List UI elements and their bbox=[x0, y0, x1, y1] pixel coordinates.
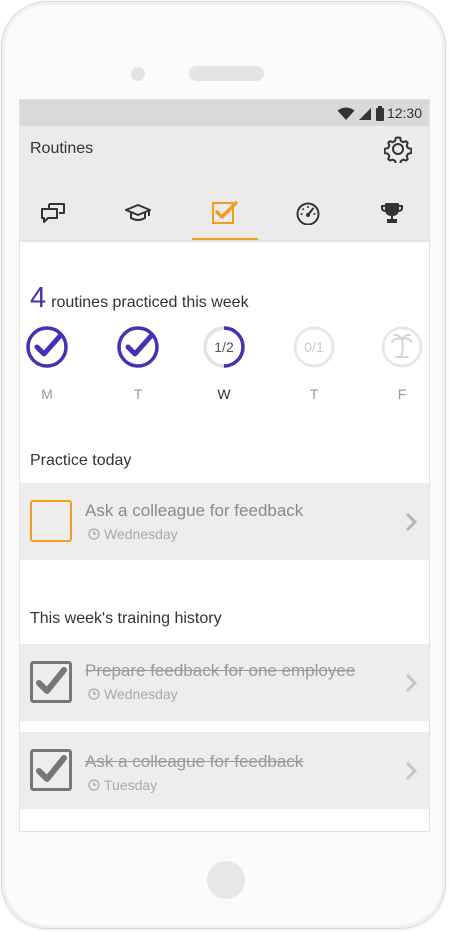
tab-learning[interactable] bbox=[105, 186, 171, 240]
checkbox-icon bbox=[212, 201, 238, 224]
tab-bar bbox=[20, 186, 429, 240]
day-progress-ratio: 0/1 bbox=[304, 339, 324, 355]
practice-today-heading: Practice today bbox=[30, 452, 132, 469]
settings-button[interactable] bbox=[383, 134, 413, 164]
tab-progress[interactable] bbox=[275, 186, 341, 240]
chevron-right-icon bbox=[405, 673, 418, 693]
day-friday[interactable]: F bbox=[379, 326, 425, 402]
routine-day: Tuesday bbox=[104, 777, 158, 793]
completed-check-icon bbox=[26, 326, 68, 368]
todo-checkbox[interactable] bbox=[30, 500, 72, 542]
chevron-right-icon bbox=[405, 512, 418, 532]
routines-summary-text: routines practiced this week bbox=[51, 294, 249, 311]
graduation-cap-icon bbox=[125, 204, 151, 221]
list-item[interactable]: Prepare feedback for one employee Wednes… bbox=[20, 644, 429, 721]
day-label: M bbox=[41, 386, 53, 402]
day-progress-ratio: 1/2 bbox=[214, 339, 234, 355]
list-item[interactable]: Ask a colleague for feedback Tuesday bbox=[20, 732, 429, 809]
list-item[interactable]: Ask a colleague for feedback Wednesday bbox=[20, 483, 429, 560]
checked-checkbox-icon[interactable] bbox=[30, 661, 72, 703]
camera bbox=[131, 67, 145, 81]
gear-icon bbox=[384, 136, 412, 163]
routine-title: Ask a colleague for feedback bbox=[85, 752, 304, 771]
day-wednesday[interactable]: 1/2 W bbox=[201, 326, 247, 402]
routine-title: Ask a colleague for feedback bbox=[85, 501, 304, 520]
status-time: 12:30 bbox=[386, 105, 422, 121]
day-monday[interactable]: M bbox=[24, 326, 70, 402]
tab-achievements[interactable] bbox=[359, 186, 425, 240]
battery-icon bbox=[376, 106, 384, 121]
clock-icon bbox=[88, 688, 100, 700]
clock-icon bbox=[88, 528, 100, 540]
completed-check-icon bbox=[117, 326, 159, 368]
routines-count: 4 bbox=[30, 282, 47, 314]
home-button[interactable] bbox=[207, 861, 245, 899]
wifi-icon bbox=[337, 107, 355, 120]
routine-day: Wednesday bbox=[104, 526, 178, 542]
routine-day: Wednesday bbox=[104, 686, 178, 702]
chevron-right-icon bbox=[405, 761, 418, 781]
day-label: W bbox=[217, 386, 231, 402]
status-bar: 12:30 bbox=[20, 100, 429, 126]
routine-title: Prepare feedback for one employee bbox=[85, 661, 356, 680]
speedometer-icon bbox=[296, 202, 320, 225]
page-title: Routines bbox=[30, 140, 94, 157]
chat-icon bbox=[41, 203, 65, 223]
tab-chat[interactable] bbox=[20, 186, 86, 240]
week-days: M T 1/2 W 0/1 T F bbox=[20, 326, 429, 406]
screen: 12:30 Routines 4 routines practiced this… bbox=[19, 99, 430, 832]
day-thursday[interactable]: 0/1 T bbox=[291, 326, 337, 402]
day-label: F bbox=[397, 386, 407, 402]
day-label: T bbox=[309, 386, 319, 402]
history-heading: This week's training history bbox=[30, 610, 222, 627]
day-label: T bbox=[133, 386, 143, 402]
weekly-summary: 4 routines practiced this week bbox=[30, 282, 249, 315]
signal-icon bbox=[359, 107, 371, 120]
day-tuesday[interactable]: T bbox=[115, 326, 161, 402]
tab-routines[interactable] bbox=[192, 186, 258, 240]
trophy-icon bbox=[381, 203, 403, 223]
speaker bbox=[189, 66, 264, 81]
clock-icon bbox=[88, 779, 100, 791]
palm-tree-icon bbox=[381, 326, 423, 368]
checked-checkbox-icon[interactable] bbox=[30, 749, 72, 791]
app-bar: Routines bbox=[20, 126, 429, 240]
